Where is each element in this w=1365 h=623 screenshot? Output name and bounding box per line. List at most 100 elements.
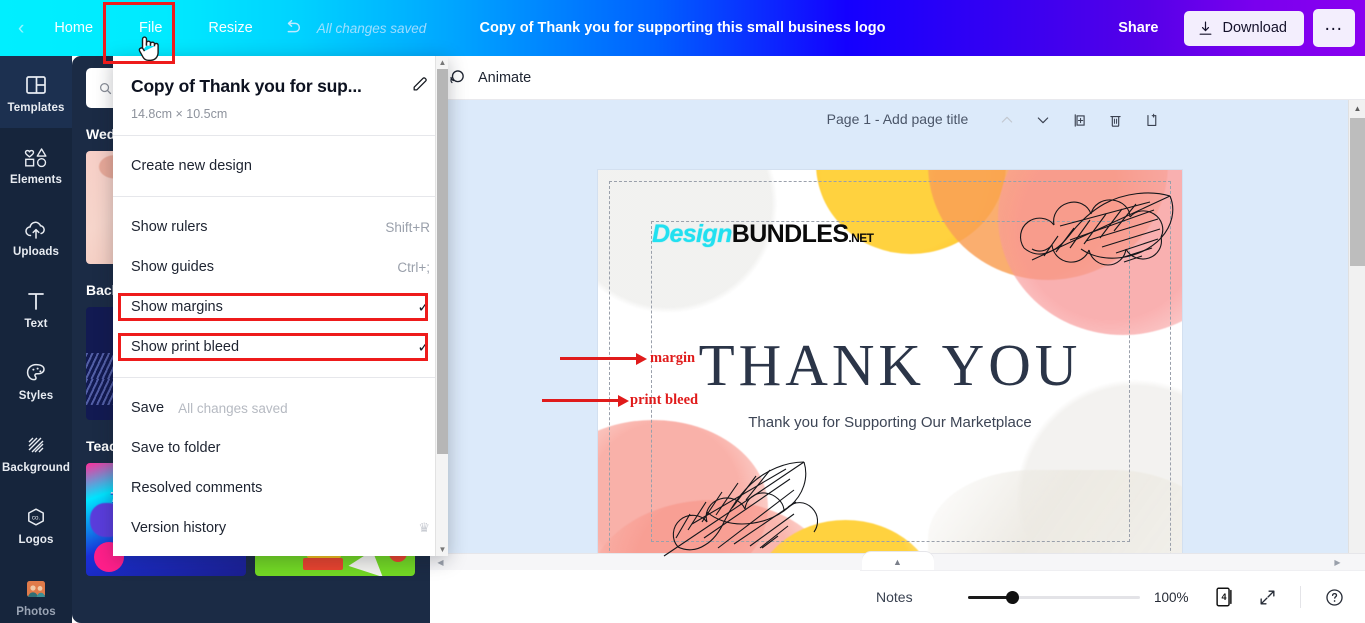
sidebar-item-label: Text	[24, 317, 48, 330]
menu-group-view: Show rulers Shift+R Show guides Ctrl+; S…	[113, 197, 448, 377]
annotation-margin-label: margin	[650, 350, 696, 366]
move-page-down-button[interactable]	[1025, 106, 1061, 134]
fullscreen-button[interactable]	[1252, 582, 1282, 612]
annotation-print-bleed-label: print bleed	[630, 392, 699, 408]
context-toolbar: Animate	[430, 56, 1365, 100]
background-hatch-icon	[24, 431, 48, 457]
sidebar-item-label: Styles	[18, 389, 54, 402]
zoom-slider[interactable]	[968, 589, 1140, 605]
sidebar-item-photos[interactable]: Photos	[0, 560, 72, 623]
sidebar-item-label: Templates	[7, 101, 65, 114]
duplicate-page-button[interactable]	[1061, 106, 1097, 134]
page-title-input[interactable]: Page 1 - Add page title	[430, 108, 1365, 130]
save-status-text: All changes saved	[178, 400, 288, 416]
editor-main: Animate Page 1 - Add page title DesignBU…	[430, 56, 1365, 623]
share-button[interactable]: Share	[1102, 11, 1174, 45]
menu-item-label: Show print bleed	[131, 339, 240, 355]
animate-button[interactable]: Animate	[446, 67, 531, 88]
menu-item-label: Save	[131, 400, 165, 416]
bottom-toolbar: Notes 100% 4	[860, 570, 1365, 623]
menu-item-show-print-bleed[interactable]: Show print bleed ✓	[113, 327, 448, 367]
sidebar-item-background[interactable]: Background	[0, 416, 72, 488]
menu-item-label: Save to folder	[131, 440, 221, 456]
delete-page-button[interactable]	[1097, 106, 1133, 134]
pencil-icon[interactable]	[411, 74, 430, 98]
design-title[interactable]: Copy of Thank you for supporting this sm…	[479, 20, 885, 36]
scroll-up-icon[interactable]: ▲	[436, 56, 448, 69]
svg-text:co.: co.	[32, 514, 41, 521]
design-subheading[interactable]: Thank you for Supporting Our Marketplace	[598, 414, 1182, 431]
file-menu-button[interactable]: File	[113, 0, 188, 56]
undo-icon	[287, 19, 300, 33]
sidebar-item-label: Elements	[10, 173, 62, 186]
checkmark-icon: ✓	[417, 299, 430, 316]
left-rail: Templates Elements Uploads Text Styles B…	[0, 56, 72, 623]
help-circle-icon	[1325, 588, 1343, 606]
page-title-text: Page 1 - Add page title	[826, 111, 969, 127]
menu-item-show-rulers[interactable]: Show rulers Shift+R	[113, 207, 448, 247]
menu-item-shortcut: Shift+R	[385, 219, 430, 235]
upload-cloud-icon	[23, 215, 49, 241]
menu-header: Copy of Thank you for sup... 14.8cm × 10…	[113, 56, 448, 135]
sidebar-item-elements[interactable]: Elements	[0, 128, 72, 200]
menu-item-save-to-folder[interactable]: Save to folder	[113, 428, 448, 468]
chevron-up-icon: ▲	[893, 557, 902, 567]
watermark-net: .NET	[848, 231, 874, 245]
menu-item-label: Show guides	[131, 259, 215, 275]
styles-palette-icon	[24, 359, 48, 385]
annotation-arrow-head	[618, 395, 629, 407]
sidebar-item-styles[interactable]: Styles	[0, 344, 72, 416]
top-toolbar: ‹ Home File Resize All changes saved Cop…	[0, 0, 1365, 56]
menu-item-show-guides[interactable]: Show guides Ctrl+;	[113, 247, 448, 287]
home-label: Home	[54, 20, 94, 36]
scroll-right-icon[interactable]: ▶	[1329, 554, 1346, 571]
photos-icon	[23, 575, 49, 601]
design-dimensions: 14.8cm × 10.5cm	[131, 107, 228, 121]
scroll-up-icon[interactable]: ▲	[1349, 100, 1365, 117]
design-page[interactable]: DesignBUNDLES.NET THANK YOU Thank you fo…	[598, 170, 1182, 570]
scroll-left-icon[interactable]: ◀	[432, 554, 449, 571]
move-page-up-button[interactable]	[989, 106, 1025, 134]
page-manager-button[interactable]: 4	[1210, 583, 1238, 611]
slider-knob[interactable]	[1006, 591, 1019, 604]
menu-item-version-history[interactable]: Version history ♛	[113, 508, 448, 548]
sidebar-item-logos[interactable]: co. Logos	[0, 488, 72, 560]
annotation-arrow-line	[560, 357, 638, 360]
download-icon	[1199, 21, 1211, 35]
sidebar-item-label: Background	[1, 461, 71, 474]
menu-group-save: Save All changes saved Save to folder Re…	[113, 378, 448, 556]
menu-scrollbar[interactable]: ▲ ▼	[435, 56, 448, 556]
templates-icon	[24, 71, 48, 97]
sidebar-item-label: Logos	[18, 533, 54, 546]
more-options-button[interactable]: …	[1313, 9, 1355, 47]
download-button[interactable]: Download	[1183, 10, 1304, 46]
scrollbar-thumb[interactable]	[437, 69, 448, 454]
file-dropdown-menu: Copy of Thank you for sup... 14.8cm × 10…	[113, 56, 448, 556]
menu-item-shortcut: Ctrl+;	[397, 259, 430, 275]
sidebar-item-text[interactable]: Text	[0, 272, 72, 344]
undo-button[interactable]	[273, 0, 311, 56]
sidebar-item-uploads[interactable]: Uploads	[0, 200, 72, 272]
menu-item-show-margins[interactable]: Show margins ✓	[113, 287, 448, 327]
scrollbar-thumb[interactable]	[1350, 118, 1365, 266]
crown-icon: ♛	[418, 520, 430, 535]
top-toolbar-left: ‹ Home File Resize All changes saved	[0, 0, 426, 56]
canvas-vertical-scrollbar[interactable]: ▲ ▼	[1348, 100, 1365, 570]
checkmark-icon: ✓	[417, 339, 430, 356]
scroll-down-icon[interactable]: ▼	[436, 543, 448, 556]
notes-button[interactable]: Notes	[876, 589, 913, 605]
canvas-area[interactable]: Page 1 - Add page title DesignBUNDLES.NE…	[430, 100, 1365, 570]
home-button[interactable]: Home	[34, 0, 113, 56]
menu-item-save[interactable]: Save All changes saved	[113, 388, 448, 428]
menu-item-label: Resolved comments	[131, 480, 263, 496]
help-button[interactable]	[1319, 582, 1349, 612]
sidebar-item-templates[interactable]: Templates	[0, 56, 72, 128]
add-page-button[interactable]	[1133, 106, 1169, 134]
sidebar-item-label: Uploads	[12, 245, 60, 258]
menu-item-resolved-comments[interactable]: Resolved comments	[113, 468, 448, 508]
menu-item-create-new-design[interactable]: Create new design	[113, 146, 448, 186]
back-chevron-icon[interactable]: ‹	[0, 19, 34, 38]
panel-collapse-handle[interactable]: ▲	[861, 552, 934, 570]
resize-button[interactable]: Resize	[188, 0, 272, 56]
design-name: Copy of Thank you for sup...	[131, 75, 362, 96]
